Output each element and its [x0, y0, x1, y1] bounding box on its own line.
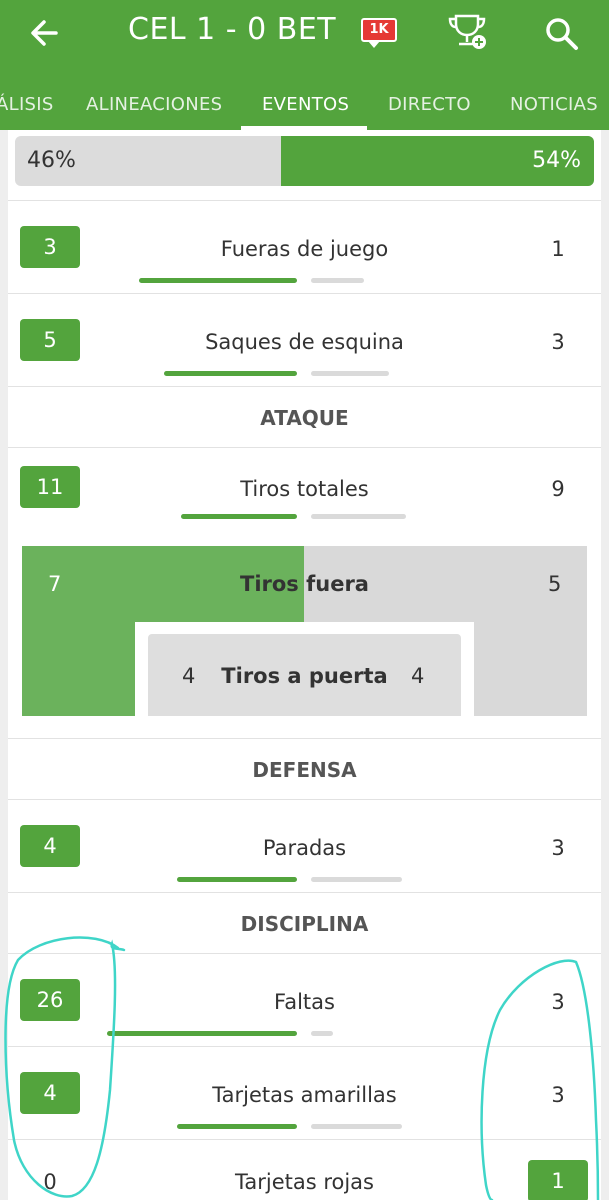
- corners-home-bar: [164, 371, 297, 376]
- row-divider: [8, 892, 601, 893]
- shots-away-side-area: [474, 622, 587, 716]
- speech-bubble-tail-icon: [368, 41, 380, 48]
- tab-alineaciones[interactable]: ALINEACIONES: [86, 94, 222, 115]
- row-divider: [8, 386, 601, 387]
- stat-row-saves: 4 Paradas 3: [8, 800, 601, 892]
- comments-count-badge: 1K: [361, 18, 397, 42]
- saves-home-bar: [177, 877, 297, 882]
- possession-home-value: 46%: [27, 148, 76, 173]
- possession-bar: 46% 54%: [15, 136, 594, 186]
- fouls-label: Faltas: [274, 990, 335, 1014]
- tab-eventos[interactable]: EVENTOS: [262, 94, 349, 115]
- total-shots-away-value: 9: [551, 477, 565, 501]
- back-button[interactable]: [26, 14, 70, 52]
- fouls-away-value: 3: [551, 990, 565, 1014]
- fouls-home-bar: [107, 1031, 297, 1036]
- shots-off-away-value: 5: [548, 572, 562, 596]
- red-cards-away-value: 1: [528, 1160, 588, 1200]
- corners-away-value: 3: [551, 330, 565, 354]
- stat-row-total-shots: 11 Tiros totales 9: [8, 448, 601, 540]
- stat-row-yellow-cards: 4 Tarjetas amarillas 3: [8, 1047, 601, 1139]
- offsides-away-value: 1: [551, 237, 565, 261]
- corners-away-bar: [311, 371, 389, 376]
- back-arrow-icon: [31, 20, 58, 46]
- tab-bar: ÁLISIS ALINEACIONES EVENTOS DIRECTO NOTI…: [0, 80, 609, 130]
- fouls-away-bar: [311, 1031, 333, 1036]
- total-shots-away-bar: [311, 514, 406, 519]
- match-title: CEL 1 - 0 BET: [128, 12, 337, 47]
- comments-badge-button[interactable]: 1K: [358, 15, 402, 51]
- shots-breakdown-graphic: 7 Tiros fuera 5 Tiros a puerta 4 4: [22, 546, 587, 716]
- yellow-cards-home-bar: [177, 1124, 297, 1129]
- shots-off-label: Tiros fuera: [240, 572, 369, 596]
- trophy-button[interactable]: [446, 12, 492, 52]
- possession-away-value: 54%: [532, 148, 581, 173]
- stat-row-red-cards: 0 Tarjetas rojas 1: [8, 1140, 601, 1200]
- section-title-attack: ATAQUE: [260, 406, 349, 430]
- shots-on-away-value: 4: [411, 664, 425, 688]
- offsides-away-bar: [311, 278, 364, 283]
- offsides-home-bar: [139, 278, 297, 283]
- search-button[interactable]: [542, 14, 582, 54]
- app-header: CEL 1 - 0 BET 1K ÁLISIS ALINEACIONES EVE…: [0, 0, 609, 130]
- corners-label: Saques de esquina: [205, 330, 404, 354]
- yellow-cards-away-value: 3: [551, 1083, 565, 1107]
- yellow-cards-label: Tarjetas amarillas: [212, 1083, 397, 1107]
- tab-noticias[interactable]: NOTICIAS: [510, 94, 598, 115]
- stat-row-corners: 5 Saques de esquina 3: [8, 294, 601, 386]
- tab-directo[interactable]: DIRECTO: [388, 94, 471, 115]
- saves-away-value: 3: [551, 836, 565, 860]
- app-screen: CEL 1 - 0 BET 1K ÁLISIS ALINEACIONES EVE…: [0, 0, 609, 1200]
- row-divider: [8, 738, 601, 739]
- saves-away-bar: [311, 877, 402, 882]
- section-title-defense: DEFENSA: [252, 758, 357, 782]
- trophy-plus-icon: [448, 14, 486, 49]
- tab-analisis[interactable]: ÁLISIS: [0, 94, 54, 115]
- total-shots-label: Tiros totales: [240, 477, 369, 501]
- shots-home-side-area: [22, 622, 135, 716]
- total-shots-home-bar: [181, 514, 297, 519]
- offsides-label: Fueras de juego: [220, 237, 389, 261]
- yellow-cards-away-bar: [311, 1124, 402, 1129]
- stat-row-fouls: 26 Faltas 3: [8, 954, 601, 1046]
- search-icon: [546, 18, 578, 50]
- saves-label: Paradas: [262, 836, 347, 860]
- stat-row-offsides: 3 Fueras de juego 1: [8, 201, 601, 293]
- shots-on-home-value: 4: [182, 664, 196, 688]
- section-title-discipline: DISCIPLINA: [240, 912, 369, 936]
- red-cards-label: Tarjetas rojas: [235, 1170, 374, 1194]
